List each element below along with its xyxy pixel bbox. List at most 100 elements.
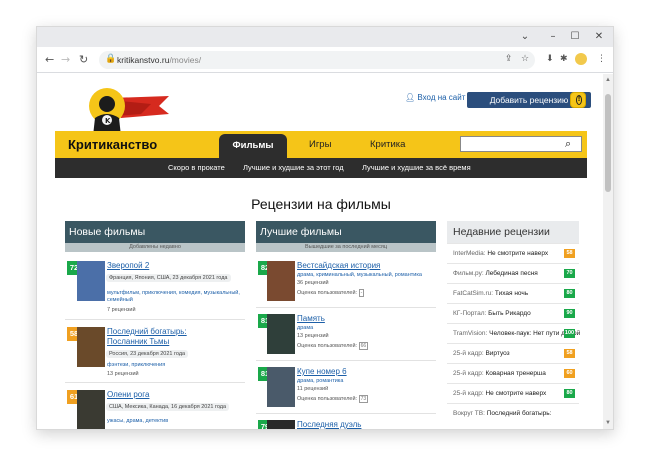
- review-film-title[interactable]: Не смотрите наверх: [487, 250, 548, 257]
- review-source[interactable]: 25-й кадр: Не смотрите наверх: [453, 390, 546, 397]
- best-film-1-genres[interactable]: драма, криминальный, музыкальный, романт…: [297, 272, 422, 278]
- star-icon[interactable]: ☆: [521, 53, 529, 65]
- review-row[interactable]: InterMedia: Не смотрите наверх 58: [447, 243, 579, 263]
- review-film-title[interactable]: Быть Рикардо: [488, 310, 531, 317]
- tab-films[interactable]: Фильмы: [219, 134, 287, 158]
- scroll-up-icon[interactable]: ▲: [605, 77, 611, 83]
- reload-icon[interactable]: ↻: [79, 53, 88, 67]
- review-score-badge: 100: [564, 329, 575, 338]
- review-film-title[interactable]: Виртуоз: [485, 350, 509, 357]
- new-films-subheading: Добавлены недавно: [65, 243, 245, 252]
- review-row[interactable]: FatCatSim.ru: Тихая ночь 80: [447, 283, 579, 303]
- best-film-3-title[interactable]: Купе номер 6: [297, 367, 347, 376]
- site-title[interactable]: Критиканство: [68, 137, 157, 152]
- search-icon[interactable]: ⌕: [565, 137, 571, 151]
- sublink-coming-soon[interactable]: Скоро в прокате: [168, 163, 225, 172]
- review-source[interactable]: FatCatSim.ru: Тихая ночь: [453, 290, 528, 297]
- sublink-best-all-time[interactable]: Лучшие и худшие за всё время: [362, 163, 471, 172]
- review-source[interactable]: 25-й кадр: Коварная тренерша: [453, 370, 546, 377]
- minimize-icon[interactable]: –: [545, 30, 561, 44]
- avatar[interactable]: [575, 53, 587, 65]
- best-film-1-title[interactable]: Вестсайдская история: [297, 261, 380, 270]
- divider: [65, 382, 245, 383]
- best-film-4-poster[interactable]: [267, 420, 295, 429]
- review-row[interactable]: Фильм.ру: Лебединая песня 70: [447, 263, 579, 283]
- review-row[interactable]: 25-й кадр: Виртуоз 58: [447, 343, 579, 363]
- share-icon[interactable]: ⇪: [505, 53, 513, 65]
- new-film-3-title[interactable]: Олени рога: [107, 390, 149, 399]
- best-film-2-poster[interactable]: [267, 314, 295, 354]
- review-source[interactable]: InterMedia: Не смотрите наверх: [453, 250, 548, 257]
- scroll-down-icon[interactable]: ▼: [605, 420, 611, 426]
- review-source[interactable]: TramVision: Человек-паук: Нет пути домой: [453, 330, 580, 337]
- user-score-value: 73: [358, 395, 369, 403]
- user-icon: 👤︎: [405, 93, 416, 102]
- new-film-1-genres[interactable]: мультфильм, приключения, комедия, музыка…: [107, 290, 247, 304]
- new-film-2-title-line2[interactable]: Посланник Тьмы: [107, 337, 169, 346]
- review-row[interactable]: Вокруг ТВ: Последний богатырь:: [447, 403, 579, 423]
- extension-pin-icon[interactable]: ⬇: [546, 53, 554, 65]
- review-source-name: Вокруг ТВ:: [453, 410, 487, 417]
- close-icon[interactable]: ✕: [591, 30, 607, 44]
- tab-list-icon[interactable]: ⌄: [517, 30, 533, 44]
- browser-toolbar: ← → ↻ 🔒 kritikanstvo.ru/movies/ ⇪ ☆ ⬇ ✱ …: [37, 47, 613, 73]
- best-film-3-user-score: Оценка пользователей: 73: [297, 395, 369, 403]
- new-film-2-meta: Россия, 23 декабря 2021 года: [106, 350, 189, 358]
- best-film-2-genres[interactable]: драма: [297, 325, 313, 331]
- scroll-thumb[interactable]: [605, 94, 611, 192]
- best-film-2-count: 13 рецензий: [297, 333, 329, 339]
- best-film-1-poster[interactable]: [267, 261, 295, 301]
- best-film-2-title[interactable]: Память: [297, 314, 325, 323]
- menu-icon[interactable]: ⋮: [597, 53, 606, 65]
- forward-icon[interactable]: →: [61, 53, 70, 67]
- review-source[interactable]: Вокруг ТВ: Последний богатырь:: [453, 410, 551, 417]
- divider: [256, 360, 436, 361]
- review-source[interactable]: КГ-Портал: Быть Рикардо: [453, 310, 531, 317]
- divider: [256, 413, 436, 414]
- back-icon[interactable]: ←: [45, 53, 54, 67]
- new-film-3-genres[interactable]: ужасы, драма, детектив: [107, 418, 168, 424]
- login-link[interactable]: 👤︎ Вход на сайт: [405, 93, 465, 102]
- best-film-4-title[interactable]: Последняя дуэль: [297, 420, 361, 429]
- best-films-heading: Лучшие фильмы: [256, 221, 436, 243]
- review-source[interactable]: 25-й кадр: Виртуоз: [453, 350, 510, 357]
- sublink-best-year[interactable]: Лучшие и худшие за этот год: [243, 163, 344, 172]
- review-film-title[interactable]: Не смотрите наверх: [485, 390, 546, 397]
- divider: [65, 319, 245, 320]
- review-row[interactable]: TramVision: Человек-паук: Нет пути домой…: [447, 323, 580, 343]
- site-logo[interactable]: K: [81, 84, 171, 136]
- browser-window: ⌄ – ☐ ✕ ← → ↻ 🔒 kritikanstvo.ru/movies/ …: [36, 26, 614, 430]
- url-text[interactable]: kritikanstvo.ru/movies/: [117, 55, 201, 65]
- puzzle-icon[interactable]: ✱: [560, 53, 568, 65]
- user-score-label: Оценка пользователей:: [297, 290, 358, 296]
- tab-criticism[interactable]: Критика: [370, 139, 405, 150]
- new-film-2-title[interactable]: Последний богатырь:: [107, 327, 187, 336]
- new-film-2-genres[interactable]: фэнтези, приключения: [107, 362, 165, 368]
- new-film-1-poster[interactable]: [77, 261, 105, 301]
- tab-games[interactable]: Игры: [309, 139, 331, 150]
- review-row[interactable]: 25-й кадр: Не смотрите наверх 80: [447, 383, 579, 403]
- review-row[interactable]: 25-й кадр: Коварная тренерша 60: [447, 363, 579, 383]
- review-film-title[interactable]: Лебединая песня: [485, 270, 537, 277]
- scrollbar[interactable]: ▲ ▼: [603, 74, 613, 429]
- review-source[interactable]: Фильм.ру: Лебединая песня: [453, 270, 538, 277]
- login-label: Вход на сайт: [417, 93, 466, 102]
- best-film-3-genres[interactable]: драма, романтика: [297, 378, 343, 384]
- best-film-3-poster[interactable]: [267, 367, 295, 407]
- review-row[interactable]: КГ-Портал: Быть Рикардо 90: [447, 303, 579, 323]
- review-film-title[interactable]: Коварная тренерша: [485, 370, 545, 377]
- new-film-3-poster[interactable]: [77, 390, 105, 429]
- alert-button[interactable]: !: [570, 92, 586, 108]
- new-film-1-title[interactable]: Зверопой 2: [107, 261, 149, 270]
- maximize-icon[interactable]: ☐: [567, 30, 583, 44]
- url-path: /movies/: [169, 55, 202, 65]
- new-film-1-count: 7 рецензий: [107, 307, 136, 313]
- review-film-title[interactable]: Последний богатырь:: [487, 410, 552, 417]
- review-score-badge: 60: [564, 369, 575, 378]
- review-score-badge: 90: [564, 309, 575, 318]
- review-score-badge: 70: [564, 269, 575, 278]
- new-film-2-poster[interactable]: [77, 327, 105, 367]
- review-film-title[interactable]: Тихая ночь: [495, 290, 528, 297]
- search-input[interactable]: [460, 136, 582, 152]
- lock-icon[interactable]: 🔒: [105, 53, 116, 65]
